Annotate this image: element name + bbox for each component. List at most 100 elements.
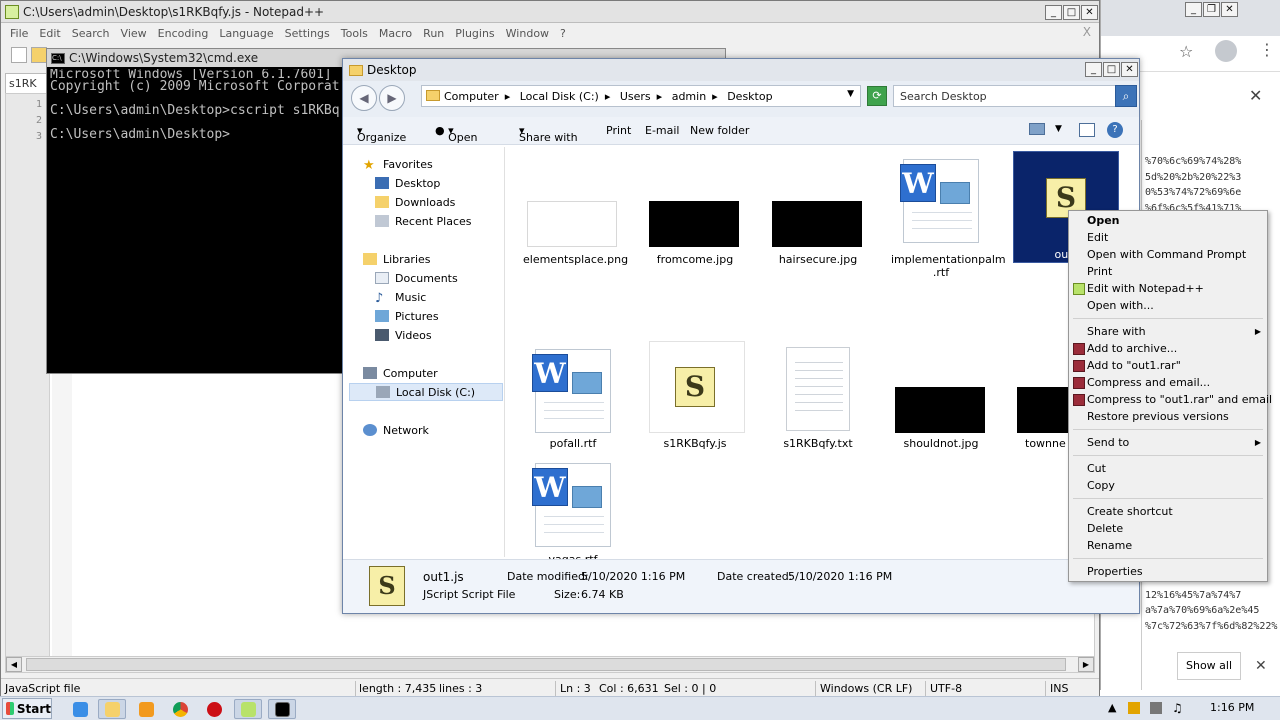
explorer-maximize-button[interactable]: □ — [1103, 62, 1120, 77]
menu-item-share-with[interactable]: Share with — [1087, 325, 1146, 338]
tray-action-center-icon[interactable] — [1128, 702, 1140, 714]
scroll-left-arrow-icon[interactable]: ◀ — [6, 657, 22, 672]
nav-desktop[interactable]: Desktop — [375, 174, 440, 192]
breadcrumb-users[interactable]: Users — [620, 90, 651, 103]
view-options-icon[interactable] — [1029, 123, 1045, 135]
menu-file[interactable]: File — [10, 27, 28, 40]
browser-minimize-button[interactable]: _ — [1185, 2, 1202, 17]
explorer-close-button[interactable]: ✕ — [1121, 62, 1138, 77]
taskbar-ie[interactable] — [66, 699, 94, 719]
nav-libraries[interactable]: Libraries — [363, 250, 431, 268]
email-button[interactable]: E-mail — [645, 124, 680, 137]
notepadpp-titlebar[interactable]: C:\Users\admin\Desktop\s1RKBqfy.js - Not… — [1, 1, 1099, 23]
file-item[interactable]: W vagas.rtf — [523, 459, 623, 569]
refresh-icon[interactable]: ⟳ — [867, 86, 887, 106]
menu-view[interactable]: View — [121, 27, 147, 40]
nav-documents[interactable]: Documents — [375, 269, 458, 287]
open-button[interactable]: ● Open ▾ — [435, 124, 478, 144]
print-button[interactable]: Print — [606, 124, 631, 137]
breadcrumb-desktop[interactable]: Desktop — [727, 90, 772, 103]
forward-arrow-icon[interactable]: ▶ — [379, 85, 405, 111]
address-bar[interactable]: Computer ▸ Local Disk (C:) ▸ Users ▸ admin ▸… — [421, 85, 861, 107]
browser-menu-icon[interactable]: ⋮ — [1259, 40, 1275, 59]
menu-macro[interactable]: Macro — [379, 27, 412, 40]
menu-item-send-to[interactable]: Send to — [1087, 436, 1129, 449]
maximize-button[interactable]: □ — [1063, 5, 1080, 20]
menu-edit[interactable]: Edit — [39, 27, 60, 40]
back-arrow-icon[interactable]: ◀ — [351, 85, 377, 111]
file-item[interactable]: S s1RKBqfy.js — [645, 341, 745, 453]
menu-item-print[interactable]: Print — [1087, 265, 1112, 278]
tray-expand-icon[interactable]: ▲ — [1108, 701, 1116, 714]
dismiss-download-icon[interactable]: ✕ — [1255, 658, 1267, 674]
profile-avatar-icon[interactable] — [1215, 40, 1237, 62]
tray-volume-icon[interactable]: ♫ — [1172, 701, 1183, 715]
menu-settings[interactable]: Settings — [285, 27, 330, 40]
menu-encoding[interactable]: Encoding — [158, 27, 209, 40]
menu-item-properties[interactable]: Properties — [1087, 565, 1143, 578]
menu-item-rename[interactable]: Rename — [1087, 539, 1132, 552]
view-dropdown-icon[interactable]: ▼ — [1055, 124, 1062, 134]
nav-pictures[interactable]: Pictures — [375, 307, 439, 325]
start-button[interactable]: Start — [2, 698, 52, 719]
search-icon[interactable]: ⌕ — [1115, 85, 1137, 107]
menu-run[interactable]: Run — [423, 27, 444, 40]
breadcrumb-admin[interactable]: admin — [672, 90, 706, 103]
file-item[interactable]: s1RKBqfy.txt — [768, 343, 868, 453]
breadcrumb-local-disk[interactable]: Local Disk (C:) — [520, 90, 599, 103]
taskbar-cmd[interactable] — [268, 699, 296, 719]
menu-item-compress-email[interactable]: Compress and email... — [1087, 376, 1210, 389]
menu-language[interactable]: Language — [219, 27, 273, 40]
scroll-right-arrow-icon[interactable]: ▶ — [1078, 657, 1094, 672]
nav-network[interactable]: Network — [363, 421, 429, 439]
scrollbar-thumb[interactable] — [26, 658, 1066, 671]
menu-item-add-rar[interactable]: Add to "out1.rar" — [1087, 359, 1181, 372]
menu-item-open-with[interactable]: Open with... — [1087, 299, 1154, 312]
taskbar-explorer[interactable] — [98, 699, 126, 719]
close-document-button[interactable]: X — [1083, 25, 1091, 39]
menu-item-open[interactable]: Open — [1087, 214, 1120, 227]
nav-recent-places[interactable]: Recent Places — [375, 212, 472, 230]
file-item[interactable]: shouldnot.jpg — [891, 343, 991, 453]
browser-restore-button[interactable]: ❐ — [1203, 2, 1220, 17]
taskbar-notepadpp[interactable] — [234, 699, 262, 719]
close-button[interactable]: ✕ — [1081, 5, 1098, 20]
explorer-titlebar[interactable]: Desktop _ □ ✕ — [343, 59, 1139, 81]
explorer-minimize-button[interactable]: _ — [1085, 62, 1102, 77]
file-item[interactable]: townne — [1013, 343, 1069, 453]
nav-computer[interactable]: Computer — [363, 364, 438, 382]
share-with-button[interactable]: Share with ▾ — [519, 124, 578, 144]
horizontal-scrollbar[interactable]: ◀ ▶ — [5, 656, 1095, 673]
nav-downloads[interactable]: Downloads — [375, 193, 455, 211]
menu-item-copy[interactable]: Copy — [1087, 479, 1115, 492]
taskbar-opera[interactable] — [200, 699, 228, 719]
menu-item-cut[interactable]: Cut — [1087, 462, 1106, 475]
open-file-icon[interactable] — [31, 47, 47, 63]
menu-tools[interactable]: Tools — [341, 27, 368, 40]
menu-item-create-shortcut[interactable]: Create shortcut — [1087, 505, 1173, 518]
browser-close-button[interactable]: ✕ — [1221, 2, 1238, 17]
address-dropdown-icon[interactable]: ▼ — [847, 89, 854, 99]
file-item[interactable]: hairsecure.jpg — [768, 193, 868, 273]
tray-clock[interactable]: 1:16 PM — [1210, 701, 1254, 714]
taskbar-chrome[interactable] — [166, 699, 194, 719]
menu-item-edit-notepadpp[interactable]: Edit with Notepad++ — [1087, 282, 1204, 295]
menu-item-delete[interactable]: Delete — [1087, 522, 1123, 535]
file-item[interactable]: elementsplace.png — [523, 193, 628, 273]
new-file-icon[interactable] — [11, 47, 27, 63]
file-item[interactable]: W implementationpalm .rtf — [891, 159, 1006, 279]
menu-window[interactable]: Window — [506, 27, 549, 40]
menu-item-restore-versions[interactable]: Restore previous versions — [1087, 410, 1229, 423]
menu-item-edit[interactable]: Edit — [1087, 231, 1108, 244]
menu-item-open-cmd[interactable]: Open with Command Prompt — [1087, 248, 1246, 261]
bookmark-star-icon[interactable]: ☆ — [1179, 42, 1193, 61]
tab-s1rkbqfy[interactable]: s1RK — [5, 73, 49, 93]
menu-item-compress-rar-email[interactable]: Compress to "out1.rar" and email — [1087, 393, 1272, 406]
menu-help[interactable]: ? — [560, 27, 566, 40]
search-input[interactable]: Search Desktop — [893, 85, 1117, 107]
nav-videos[interactable]: Videos — [375, 326, 432, 344]
taskbar-media-player[interactable] — [132, 699, 160, 719]
help-icon[interactable]: ? — [1107, 122, 1123, 138]
show-all-button[interactable]: Show all — [1177, 652, 1241, 680]
minimize-button[interactable]: _ — [1045, 5, 1062, 20]
